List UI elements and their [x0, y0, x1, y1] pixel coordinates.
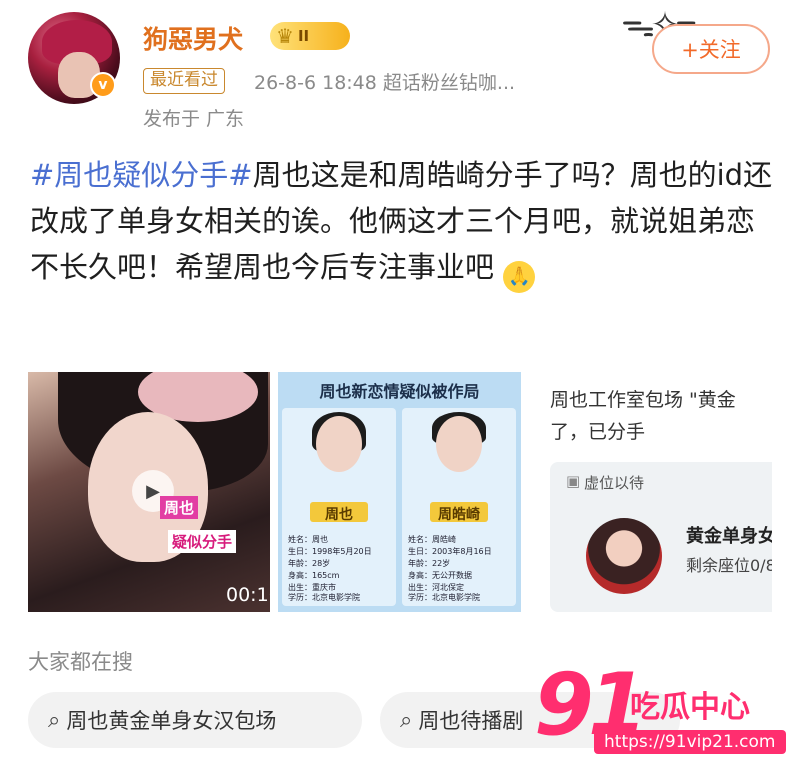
username[interactable]: 狗惡男犬	[143, 20, 243, 56]
video-tag-name: 周也	[160, 496, 199, 519]
profile-face	[316, 416, 362, 472]
link-card-line: 周也工作室包场 "黄金	[550, 389, 736, 411]
infographic-image[interactable]: 周也新恋情疑似被作局 周也 姓名：周也 生日：1998年5月20日 年龄：28岁…	[278, 372, 521, 612]
profile-row: 姓名：周也	[288, 535, 328, 544]
hashtag-link[interactable]: #周也疑似分手#	[30, 158, 253, 192]
profile-card-right: 周皓崎 姓名：周皓崎 生日：2003年8月16日 年龄：22岁 身高：无公开数据…	[402, 408, 516, 606]
event-card: ▣ 虚位以待 黄金单身女 剩余座位0/8	[550, 462, 772, 612]
watermark-title: 吃瓜中心	[630, 690, 750, 725]
event-title: 黄金单身女	[686, 526, 772, 547]
profile-row: 生日：2003年8月16日	[408, 547, 492, 556]
search-chip[interactable]: ⌕ 周也黄金单身女汉包场	[28, 692, 362, 748]
seat-label: 虚位以待	[584, 474, 645, 492]
post-location: 发布于 广东	[143, 108, 245, 130]
crown-icon: ♛	[276, 24, 294, 48]
level-badge[interactable]: ♛ II	[270, 22, 350, 50]
link-card-thumbnail[interactable]: 周也工作室包场 "黄金 了，已分手 ▣ 虚位以待 黄金单身女 剩余座位0/8	[540, 372, 772, 612]
video-duration: 00:16	[226, 584, 270, 606]
watermark: 91 吃瓜中心 https://91vip21.com	[534, 660, 800, 772]
search-icon: ⌕	[400, 707, 413, 733]
profile-card-left: 周也 姓名：周也 生日：1998年5月20日 年龄：28岁 身高：165cm 出…	[282, 408, 396, 606]
profile-row: 身高：无公开数据	[408, 571, 472, 580]
link-card-text: 周也工作室包场 "黄金 了，已分手	[550, 384, 736, 448]
profile-name: 周也	[325, 507, 353, 523]
seat-icon: ▣	[566, 472, 581, 490]
profile-row: 生日：1998年5月20日	[288, 547, 372, 556]
search-icon: ⌕	[48, 707, 61, 733]
profile-row: 姓名：周皓崎	[408, 535, 456, 544]
video-tag-breakup: 疑似分手	[168, 530, 237, 553]
profile-row: 学历：北京电影学院	[408, 593, 480, 602]
verified-badge-icon: v	[90, 72, 116, 98]
event-seats: 剩余座位0/8	[686, 556, 772, 575]
event-avatar	[586, 518, 662, 594]
profile-row: 年龄：28岁	[288, 559, 331, 568]
profile-row: 年龄：22岁	[408, 559, 451, 568]
search-heading: 大家都在搜	[28, 650, 133, 674]
follow-button[interactable]: +关注	[652, 24, 770, 74]
recent-tag: 最近看过	[143, 68, 225, 94]
search-chip-label: 周也待播剧	[418, 709, 524, 733]
search-chip-label: 周也黄金单身女汉包场	[66, 709, 277, 733]
profile-row: 学历：北京电影学院	[288, 593, 360, 602]
link-card-line: 了，已分手	[550, 421, 646, 443]
post-meta: 26-8-6 18:48 超话粉丝钻咖...	[254, 72, 516, 94]
level-badge-label: II	[297, 27, 310, 45]
watermark-url: https://91vip21.com	[594, 730, 786, 754]
profile-name: 周皓崎	[438, 507, 480, 523]
profile-row: 身高：165cm	[288, 571, 340, 580]
pray-emoji-icon: 🙏	[503, 261, 536, 293]
video-thumbnail[interactable]: ▶ 周也 疑似分手 00:16	[28, 372, 270, 612]
post-body: #周也疑似分手#周也这是和周皓崎分手了吗？周也的id还改成了单身女相关的诶。他俩…	[30, 152, 775, 293]
infographic-title: 周也新恋情疑似被作局	[319, 382, 480, 401]
profile-face	[436, 416, 482, 472]
